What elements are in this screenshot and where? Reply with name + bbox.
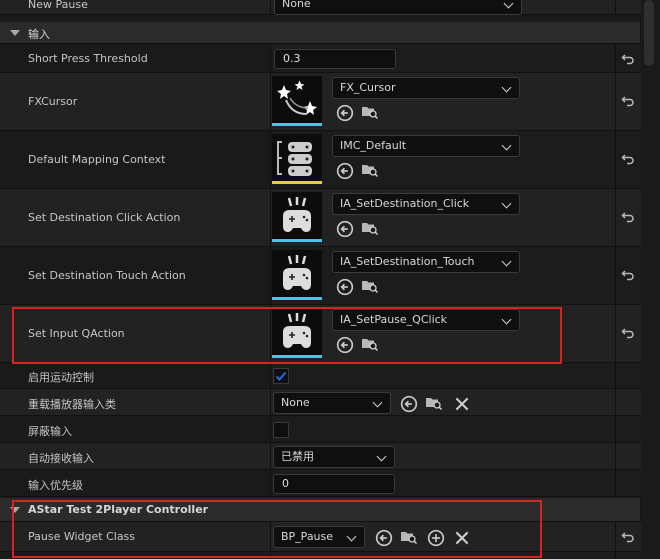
- combo-value: FX_Cursor: [340, 81, 396, 94]
- short-press-input[interactable]: 0.3: [274, 49, 396, 69]
- chevron-down-icon: [501, 198, 512, 209]
- mapping-context-thumbnail[interactable]: [272, 134, 322, 184]
- section-title: AStar Test 2Player Controller: [28, 503, 209, 516]
- browse-folder-icon[interactable]: [361, 103, 379, 121]
- override-player-combo[interactable]: None: [273, 392, 391, 414]
- chevron-down-icon: [501, 314, 512, 325]
- section-header-input[interactable]: 输入: [0, 22, 640, 44]
- chevron-down-icon: [346, 531, 357, 542]
- reset-arrow-icon[interactable]: [621, 530, 635, 544]
- input-q-thumbnail[interactable]: [272, 308, 322, 358]
- expand-triangle-icon[interactable]: [10, 30, 20, 36]
- property-label: 重载播放器输入类: [28, 398, 116, 411]
- chevron-down-icon: [501, 82, 512, 93]
- pause-widget-combo[interactable]: BP_Pause: [273, 526, 365, 548]
- combo-value: None: [281, 396, 310, 409]
- dest-click-thumbnail[interactable]: [272, 192, 322, 242]
- use-selected-arrow-icon[interactable]: [336, 162, 354, 180]
- input-priority-input[interactable]: 0: [273, 474, 395, 494]
- property-label: 屏蔽输入: [28, 425, 72, 438]
- clear-x-icon[interactable]: [453, 529, 471, 547]
- property-label: 输入优先级: [28, 479, 83, 492]
- combo-value: IA_SetPause_QClick: [340, 313, 448, 326]
- property-row-block-input: 屏蔽输入: [0, 416, 641, 443]
- auto-receive-combo[interactable]: 已禁用: [273, 446, 395, 468]
- property-label: Short Press Threshold: [28, 52, 148, 65]
- browse-folder-icon[interactable]: [361, 219, 379, 237]
- combo-value: IA_SetDestination_Touch: [340, 255, 475, 268]
- chevron-down-icon: [501, 140, 512, 151]
- section-title: 输入: [28, 28, 50, 41]
- input-q-combo[interactable]: IA_SetPause_QClick: [332, 309, 520, 331]
- motion-control-checkbox[interactable]: [273, 368, 289, 384]
- reset-arrow-icon[interactable]: [621, 210, 635, 224]
- reset-arrow-icon[interactable]: [621, 94, 635, 108]
- dest-click-combo[interactable]: IA_SetDestination_Click: [332, 193, 520, 215]
- property-row-motion-control: 启用运动控制: [0, 363, 641, 389]
- use-selected-arrow-icon[interactable]: [336, 220, 354, 238]
- property-label: Pause Widget Class: [28, 530, 136, 543]
- property-label: 自动接收输入: [28, 452, 94, 465]
- block-input-checkbox[interactable]: [273, 422, 289, 438]
- combo-value: BP_Pause: [281, 530, 334, 543]
- reset-arrow-icon[interactable]: [621, 152, 635, 166]
- chevron-down-icon: [376, 451, 387, 462]
- property-label: Default Mapping Context: [28, 153, 166, 166]
- property-label: Set Destination Click Action: [28, 211, 181, 224]
- use-selected-arrow-icon[interactable]: [375, 529, 393, 547]
- property-label: FXCursor: [28, 95, 78, 108]
- chevron-down-icon: [501, 256, 512, 267]
- mapping-context-combo[interactable]: IMC_Default: [332, 135, 520, 157]
- combo-value: IMC_Default: [340, 139, 407, 152]
- browse-folder-icon[interactable]: [361, 335, 379, 353]
- checkmark-icon: [275, 371, 287, 381]
- combo-value: None: [282, 0, 311, 10]
- clear-x-icon[interactable]: [453, 395, 471, 413]
- browse-folder-icon[interactable]: [361, 277, 379, 295]
- property-label: Set Destination Touch Action: [28, 269, 186, 282]
- scrollbar-thumb[interactable]: [644, 0, 654, 66]
- reset-arrow-icon[interactable]: [621, 326, 635, 340]
- fx-cursor-combo[interactable]: FX_Cursor: [332, 77, 520, 99]
- property-label: Set Input QAction: [28, 327, 125, 340]
- property-row-partial: [0, 552, 641, 559]
- property-label: New Pause: [28, 0, 88, 11]
- combo-value: IA_SetDestination_Click: [340, 197, 470, 210]
- reset-arrow-icon[interactable]: [621, 268, 635, 282]
- section-header-astar-controller[interactable]: AStar Test 2Player Controller: [0, 498, 640, 522]
- fx-cursor-thumbnail[interactable]: [272, 76, 322, 126]
- use-selected-arrow-icon[interactable]: [336, 104, 354, 122]
- add-circle-icon[interactable]: [427, 529, 445, 547]
- use-selected-arrow-icon[interactable]: [336, 278, 354, 296]
- chevron-down-icon: [503, 0, 514, 9]
- use-selected-arrow-icon[interactable]: [336, 336, 354, 354]
- use-selected-arrow-icon[interactable]: [400, 395, 418, 413]
- chevron-down-icon: [372, 397, 383, 408]
- browse-folder-icon[interactable]: [400, 528, 418, 546]
- combo-value: 已禁用: [281, 450, 314, 463]
- scrollbar-track[interactable]: [641, 0, 660, 559]
- property-label: 启用运动控制: [28, 371, 94, 384]
- dest-touch-combo[interactable]: IA_SetDestination_Touch: [332, 251, 520, 273]
- browse-folder-icon[interactable]: [361, 161, 379, 179]
- expand-triangle-icon[interactable]: [10, 507, 20, 513]
- browse-folder-icon[interactable]: [425, 394, 443, 412]
- new-pause-combo[interactable]: None: [274, 0, 522, 15]
- reset-arrow-icon[interactable]: [621, 52, 635, 66]
- dest-touch-thumbnail[interactable]: [272, 250, 322, 300]
